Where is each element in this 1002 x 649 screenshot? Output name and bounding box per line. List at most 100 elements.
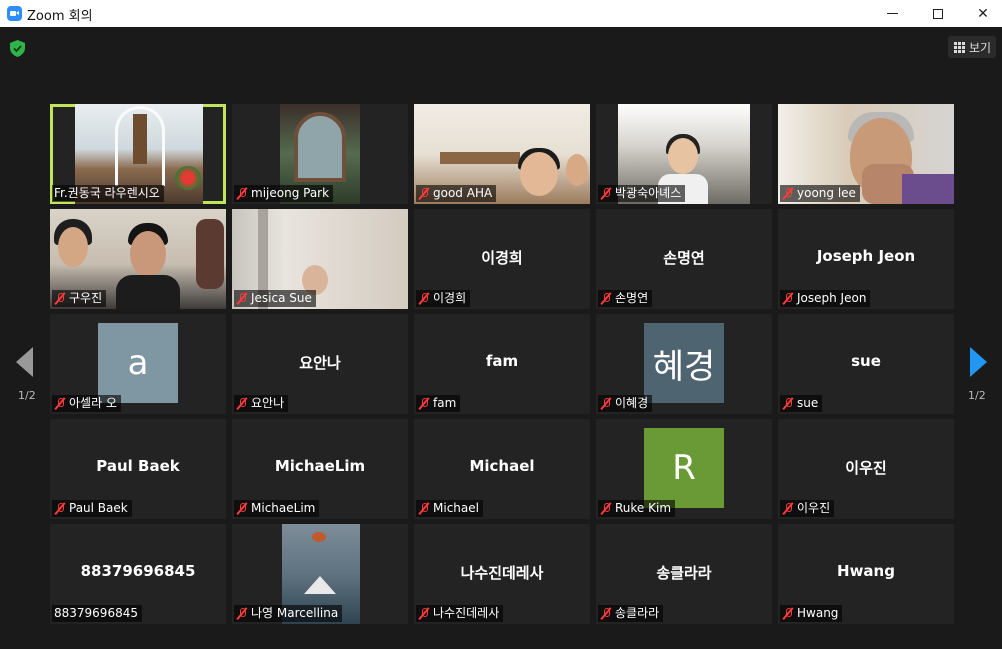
view-button[interactable]: 보기	[948, 36, 996, 58]
participant-name-label: fam	[416, 395, 461, 412]
participant-name-text: Fr.권동국 라우렌시오	[54, 186, 160, 200]
participant-name-text: Jesica Sue	[251, 291, 312, 305]
participant-name-text: sue	[797, 396, 819, 410]
muted-mic-icon	[782, 292, 794, 305]
participant-name-label: 요안나	[234, 395, 289, 412]
participant-display-name: fam	[485, 352, 519, 370]
participant-name-label: MichaeLim	[234, 500, 320, 517]
participant-tile[interactable]: 요안나 요안나	[232, 314, 408, 414]
participant-name-label: sue	[780, 395, 823, 412]
participant-tile[interactable]: Fr.권동국 라우렌시오	[50, 104, 226, 204]
participant-tile[interactable]: 송클라라 송클라라	[596, 524, 772, 624]
muted-mic-icon	[600, 502, 612, 515]
participant-tile[interactable]: 구우진	[50, 209, 226, 309]
muted-mic-icon	[418, 292, 430, 305]
participant-tile[interactable]: mijeong Park	[232, 104, 408, 204]
participant-name-label: Michael	[416, 500, 483, 517]
participant-name-text: 88379696845	[54, 606, 138, 620]
participant-name-label: 나수진데레사	[416, 605, 504, 622]
zoom-app-icon	[7, 6, 22, 21]
participant-avatar: 혜경	[644, 323, 724, 403]
minimize-button[interactable]	[870, 0, 914, 27]
muted-mic-icon	[600, 292, 612, 305]
participant-name-text: 나영 Marcellina	[251, 606, 339, 620]
previous-page-arrow-icon[interactable]	[16, 347, 33, 377]
participant-tile[interactable]: 손명연 손명연	[596, 209, 772, 309]
participant-name-label: 나영 Marcellina	[234, 605, 343, 622]
muted-mic-icon	[782, 187, 794, 200]
participant-tile[interactable]: 나수진데레사 나수진데레사	[414, 524, 590, 624]
muted-mic-icon	[600, 187, 612, 200]
muted-mic-icon	[600, 397, 612, 410]
page-indicator-right: 1/2	[968, 389, 986, 402]
participant-name-text: 손명연	[615, 291, 649, 305]
participant-name-label: Jesica Sue	[234, 290, 316, 307]
muted-mic-icon	[54, 502, 66, 515]
muted-mic-icon	[418, 607, 430, 620]
participant-name-label: 구우진	[52, 290, 107, 307]
participant-tile[interactable]: a 아셀라 오	[50, 314, 226, 414]
participant-name-label: 이혜경	[598, 395, 653, 412]
muted-mic-icon	[782, 397, 794, 410]
participant-name-text: Hwang	[797, 606, 839, 620]
participant-display-name: 송클라라	[656, 564, 712, 582]
page-indicator-left: 1/2	[18, 389, 36, 402]
participant-display-name: Michael	[469, 457, 535, 475]
grid-view-icon	[954, 41, 965, 53]
next-page-arrow-icon[interactable]	[970, 347, 987, 377]
participant-tile[interactable]: good AHA	[414, 104, 590, 204]
participant-name-label: Paul Baek	[52, 500, 132, 517]
muted-mic-icon	[236, 607, 248, 620]
participant-tile[interactable]: sue sue	[778, 314, 954, 414]
security-shield-icon[interactable]	[10, 40, 25, 57]
participant-tile[interactable]: fam fam	[414, 314, 590, 414]
minimize-icon	[886, 13, 898, 14]
participant-display-name: 이경희	[481, 249, 523, 267]
participant-tile[interactable]: MichaeLim MichaeLim	[232, 419, 408, 519]
participant-name-label: 88379696845	[52, 605, 142, 622]
participant-tile[interactable]: Paul Baek Paul Baek	[50, 419, 226, 519]
participant-tile[interactable]: 이우진 이우진	[778, 419, 954, 519]
participant-display-name: 88379696845	[80, 562, 196, 580]
participant-display-name: 요안나	[299, 354, 341, 372]
participant-tile[interactable]: 박광숙아녜스	[596, 104, 772, 204]
title-bar: Zoom 회의 ✕	[0, 0, 1002, 27]
participant-name-text: good AHA	[433, 186, 493, 200]
participant-tile[interactable]: yoong lee	[778, 104, 954, 204]
participant-avatar: R	[644, 428, 724, 508]
participant-tile[interactable]: 88379696845 88379696845	[50, 524, 226, 624]
participant-name-text: 박광숙아녜스	[615, 186, 682, 200]
participant-name-label: Joseph Jeon	[780, 290, 871, 307]
participant-name-text: 이우진	[797, 501, 831, 515]
participant-name-text: fam	[433, 396, 457, 410]
participant-tile[interactable]: Jesica Sue	[232, 209, 408, 309]
participant-name-label: 손명연	[598, 290, 653, 307]
participant-tile[interactable]: Michael Michael	[414, 419, 590, 519]
participant-name-text: MichaeLim	[251, 501, 316, 515]
muted-mic-icon	[600, 607, 612, 620]
participant-tile[interactable]: 나영 Marcellina	[232, 524, 408, 624]
maximize-button[interactable]	[916, 0, 960, 27]
participant-display-name: 손명연	[663, 249, 705, 267]
participant-tile[interactable]: Joseph Jeon Joseph Jeon	[778, 209, 954, 309]
participant-tile[interactable]: 혜경 이혜경	[596, 314, 772, 414]
maximize-icon	[933, 8, 943, 19]
muted-mic-icon	[236, 292, 248, 305]
participant-name-text: Michael	[433, 501, 479, 515]
participant-name-label: 박광숙아녜스	[598, 185, 686, 202]
participant-name-text: 아셀라 오	[69, 396, 117, 410]
close-button[interactable]: ✕	[961, 0, 1002, 27]
participant-name-label: 송클라라	[598, 605, 664, 622]
participant-name-label: Ruke Kim	[598, 500, 676, 517]
participant-tile[interactable]: Hwang Hwang	[778, 524, 954, 624]
participant-name-label: Hwang	[780, 605, 843, 622]
participant-display-name: sue	[851, 352, 881, 370]
muted-mic-icon	[54, 292, 66, 305]
view-button-label: 보기	[969, 40, 992, 55]
muted-mic-icon	[782, 607, 794, 620]
participant-tile[interactable]: 이경희 이경희	[414, 209, 590, 309]
participant-name-text: 이경희	[433, 291, 467, 305]
muted-mic-icon	[418, 187, 430, 200]
participant-name-text: Joseph Jeon	[797, 291, 867, 305]
participant-tile[interactable]: R Ruke Kim	[596, 419, 772, 519]
